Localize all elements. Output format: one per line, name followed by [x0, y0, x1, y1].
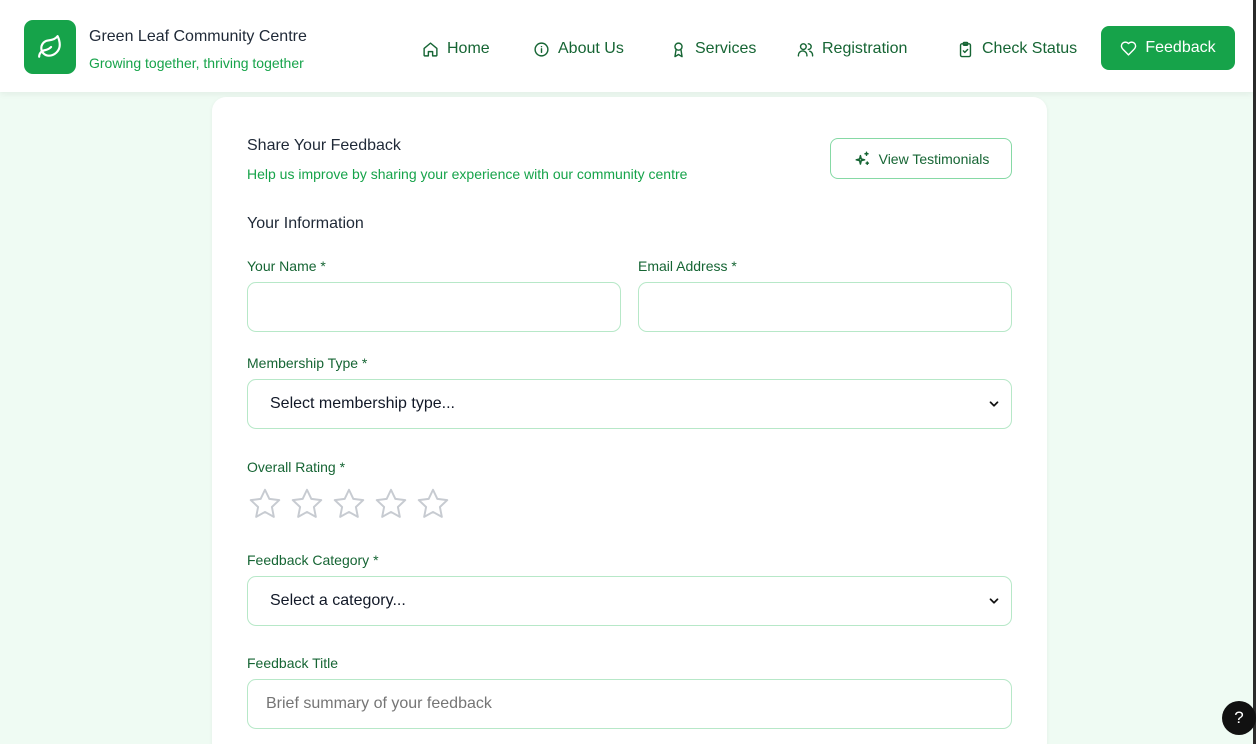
star-5-icon[interactable]: [415, 486, 451, 522]
nav-about[interactable]: About Us: [533, 38, 624, 60]
nav-check-status[interactable]: Check Status: [957, 38, 1077, 60]
membership-type-selected: Select membership type...: [270, 395, 455, 412]
star-3-icon[interactable]: [331, 486, 367, 522]
star-rating: [247, 486, 451, 522]
star-2-icon[interactable]: [289, 486, 325, 522]
section-heading-your-information: Your Information: [247, 215, 364, 232]
nav-about-label: About Us: [558, 40, 624, 57]
star-4-icon[interactable]: [373, 486, 409, 522]
membership-type-label: Membership Type *: [247, 355, 368, 371]
brand-tagline: Growing together, thriving together: [89, 55, 304, 71]
feedback-category-selected: Select a category...: [270, 592, 406, 609]
name-input[interactable]: [247, 282, 621, 332]
chevron-down-icon: [989, 401, 999, 407]
info-icon: [534, 41, 549, 57]
clipboard-check-icon: [959, 41, 972, 57]
nav-feedback-label: Feedback: [1145, 39, 1216, 56]
leaf-icon: [38, 35, 61, 58]
email-label: Email Address *: [638, 258, 737, 274]
page-subtitle: Help us improve by sharing your experien…: [247, 166, 688, 182]
home-icon: [423, 41, 438, 57]
nav-registration[interactable]: Registration: [797, 38, 907, 60]
nav-check-status-label: Check Status: [982, 40, 1078, 57]
view-testimonials-label: View Testimonials: [878, 150, 990, 167]
feedback-category-label: Feedback Category *: [247, 552, 379, 568]
view-testimonials-button[interactable]: View Testimonials: [830, 138, 1012, 179]
email-input[interactable]: [638, 282, 1012, 332]
users-icon: [797, 42, 814, 57]
nav-registration-label: Registration: [822, 40, 908, 57]
feedback-form-card: Share Your Feedback Help us improve by s…: [212, 97, 1047, 744]
name-label: Your Name *: [247, 258, 326, 274]
logo[interactable]: [24, 20, 76, 74]
help-label: ?: [1234, 708, 1244, 727]
sparkles-icon: [855, 151, 869, 165]
feedback-title-label: Feedback Title: [247, 655, 339, 671]
nav-services-label: Services: [695, 40, 757, 57]
brand-title: Green Leaf Community Centre: [89, 28, 307, 45]
top-navigation-bar: Green Leaf Community Centre Growing toge…: [0, 0, 1253, 92]
membership-type-select[interactable]: Select membership type...: [247, 379, 1012, 429]
feedback-title-input[interactable]: [247, 679, 1012, 729]
nav-home-label: Home: [447, 40, 490, 57]
help-button[interactable]: ?: [1222, 701, 1256, 735]
star-1-icon[interactable]: [247, 486, 283, 522]
heart-icon: [1121, 40, 1137, 56]
page-title: Share Your Feedback: [247, 137, 401, 154]
award-icon: [674, 41, 683, 57]
feedback-category-select[interactable]: Select a category...: [247, 576, 1012, 626]
nav-home[interactable]: Home: [422, 38, 490, 60]
chevron-down-icon: [989, 598, 999, 604]
nav-services[interactable]: Services: [670, 38, 756, 60]
nav-feedback[interactable]: Feedback: [1101, 26, 1235, 70]
overall-rating-label: Overall Rating *: [247, 459, 346, 475]
